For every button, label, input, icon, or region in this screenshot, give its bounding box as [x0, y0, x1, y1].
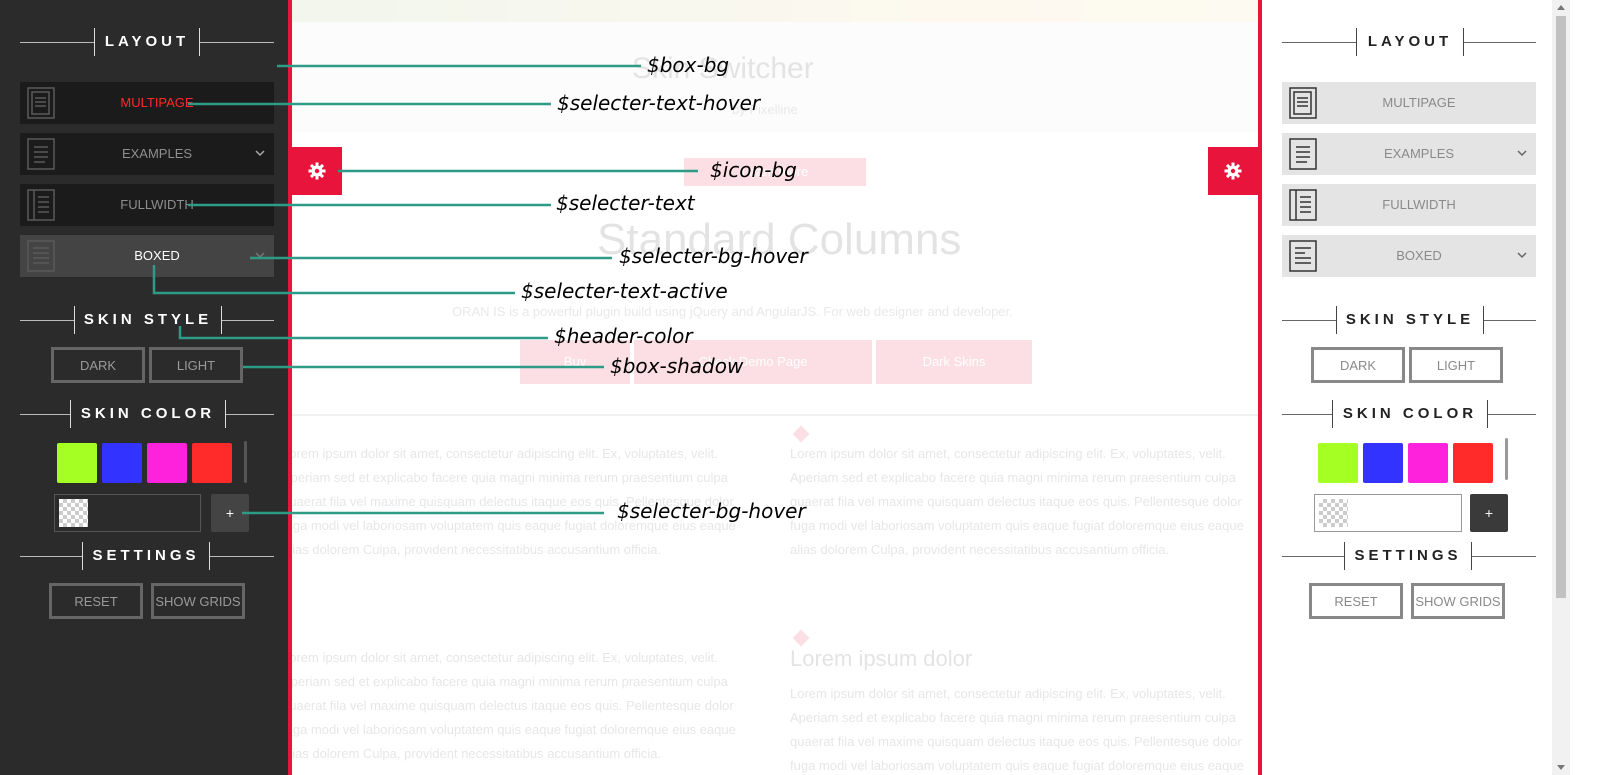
annotation-lines	[152, 64, 698, 515]
annotation-selecter-text: $selecter-text	[556, 191, 695, 215]
annotation-selecter-bg-hover: $selecter-bg-hover	[619, 244, 808, 268]
right-margin	[1570, 0, 1600, 775]
scroll-down-arrow-icon[interactable]	[1557, 765, 1565, 770]
annotation-box-shadow: $box-shadow	[610, 354, 744, 378]
scrollbar-thumb[interactable]	[1556, 16, 1566, 598]
annotation-box-bg: $box-bg	[647, 53, 730, 77]
annotation-selecter-text-active: $selecter-text-active	[521, 279, 728, 303]
annotation-header-color: $header-color	[554, 324, 693, 348]
annotation-selecter-text-hover: $selecter-text-hover	[557, 91, 761, 115]
scroll-up-arrow-icon[interactable]	[1557, 5, 1565, 10]
annotation-line-selecter-text-active	[152, 265, 515, 295]
annotation-selecter-bg-hover-2: $selecter-bg-hover	[617, 499, 806, 523]
annotation-line-header-color	[178, 326, 548, 340]
annotation-icon-bg: $icon-bg	[710, 158, 797, 182]
page-scrollbar[interactable]	[1552, 0, 1570, 775]
